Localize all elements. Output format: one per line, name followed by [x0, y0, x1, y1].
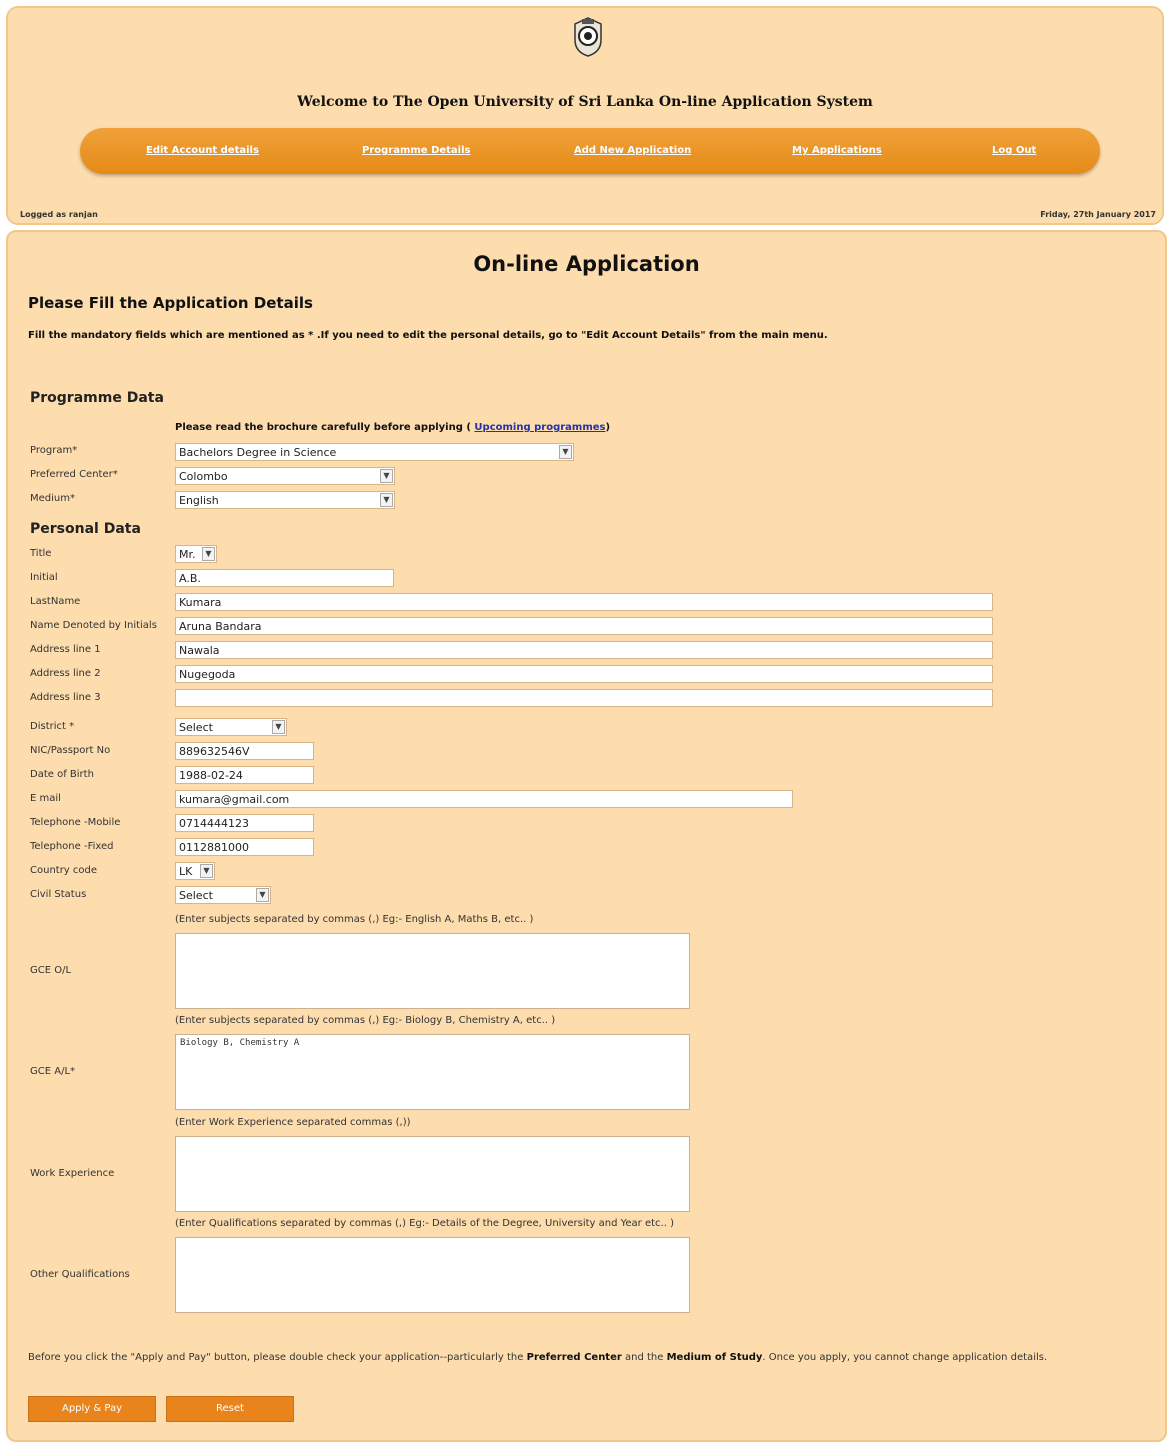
form-instruction: Fill the mandatory fields which are ment…	[28, 330, 828, 341]
work-label: Work Experience	[30, 1168, 115, 1179]
nav-add-application[interactable]: Add New Application	[574, 128, 691, 174]
address3-label: Address line 3	[30, 692, 101, 703]
title-select[interactable]: Mr. ▼	[175, 545, 217, 563]
address1-input[interactable]: Nawala	[175, 641, 993, 659]
fixed-label: Telephone -Fixed	[30, 841, 114, 852]
page-header: Welcome to The Open University of Sri La…	[6, 6, 1164, 225]
gce-al-textarea[interactable]: Biology B, Chemistry A	[175, 1034, 690, 1110]
nav-programme-details[interactable]: Programme Details	[362, 128, 471, 174]
other-textarea[interactable]	[175, 1237, 690, 1313]
dob-input[interactable]: 1988-02-24	[175, 766, 314, 784]
medium-value: English	[179, 494, 219, 507]
country-label: Country code	[30, 865, 98, 876]
nav-my-applications[interactable]: My Applications	[792, 128, 882, 174]
center-value: Colombo	[179, 470, 228, 483]
section-personal-data: Personal Data	[30, 521, 141, 537]
reset-button[interactable]: Reset	[166, 1396, 294, 1422]
program-label: Program*	[30, 445, 78, 456]
gce-ol-textarea[interactable]	[175, 933, 690, 1009]
lastname-label: LastName	[30, 596, 81, 607]
chevron-down-icon: ▼	[200, 864, 213, 878]
country-value: LK	[179, 865, 193, 878]
brochure-note: Please read the brochure carefully befor…	[175, 422, 610, 433]
chevron-down-icon: ▼	[202, 547, 215, 561]
work-textarea[interactable]	[175, 1136, 690, 1212]
program-value: Bachelors Degree in Science	[179, 446, 337, 459]
application-form: On-line Application Please Fill the Appl…	[6, 230, 1167, 1442]
brochure-close: )	[605, 422, 611, 433]
nav-edit-account[interactable]: Edit Account details	[146, 128, 259, 174]
chevron-down-icon: ▼	[380, 493, 393, 507]
brochure-text: Please read the brochure carefully befor…	[175, 422, 471, 433]
form-subtitle: Please Fill the Application Details	[28, 294, 313, 312]
nic-input[interactable]: 889632546V	[175, 742, 314, 760]
university-crest-icon	[571, 16, 605, 58]
title-label: Title	[30, 548, 52, 559]
district-label: District *	[30, 721, 75, 732]
nav-log-out[interactable]: Log Out	[992, 128, 1036, 174]
nic-label: NIC/Passport No	[30, 745, 111, 756]
main-nav: Edit Account details Programme Details A…	[80, 128, 1100, 174]
program-select[interactable]: Bachelors Degree in Science ▼	[175, 443, 574, 461]
address1-label: Address line 1	[30, 644, 101, 655]
note-bold-center: Preferred Center	[526, 1352, 622, 1363]
note-bold-medium: Medium of Study	[666, 1352, 763, 1363]
center-select[interactable]: Colombo ▼	[175, 467, 395, 485]
apply-warning: Before you click the "Apply and Pay" but…	[28, 1352, 1047, 1363]
initial-label: Initial	[30, 572, 58, 583]
lastname-input[interactable]: Kumara	[175, 593, 993, 611]
chevron-down-icon: ▼	[559, 445, 572, 459]
district-select[interactable]: Select ▼	[175, 718, 287, 736]
initial-input[interactable]: A.B.	[175, 569, 394, 587]
page-title: On-line Application	[473, 252, 700, 276]
other-hint: (Enter Qualifications separated by comma…	[175, 1218, 674, 1229]
note-text-1: Before you click the "Apply and Pay" but…	[28, 1352, 524, 1363]
gce-ol-hint: (Enter subjects separated by commas (,) …	[175, 914, 534, 925]
civil-value: Select	[179, 889, 213, 902]
initials-name-input[interactable]: Aruna Bandara	[175, 617, 993, 635]
initials-name-label: Name Denoted by Initials	[30, 620, 157, 631]
chevron-down-icon: ▼	[256, 888, 269, 902]
fixed-input[interactable]: 0112881000	[175, 838, 314, 856]
note-text-3: . Once you apply, you cannot change appl…	[762, 1352, 1048, 1363]
civil-label: Civil Status	[30, 889, 87, 900]
medium-select[interactable]: English ▼	[175, 491, 395, 509]
medium-label: Medium*	[30, 493, 75, 504]
country-select[interactable]: LK ▼	[175, 862, 215, 880]
current-date: Friday, 27th January 2017	[1040, 210, 1156, 219]
gce-al-label: GCE A/L*	[30, 1066, 76, 1077]
mobile-label: Telephone -Mobile	[30, 817, 121, 828]
gce-al-hint: (Enter subjects separated by commas (,) …	[175, 1015, 556, 1026]
section-programme-data: Programme Data	[30, 390, 164, 406]
upcoming-programmes-link[interactable]: Upcoming programmes	[474, 422, 605, 433]
other-label: Other Qualifications	[30, 1269, 130, 1280]
email-input[interactable]: kumara@gmail.com	[175, 790, 793, 808]
address2-label: Address line 2	[30, 668, 101, 679]
apply-pay-button[interactable]: Apply & Pay	[28, 1396, 156, 1422]
civil-select[interactable]: Select ▼	[175, 886, 271, 904]
work-hint: (Enter Work Experience separated commas …	[175, 1117, 411, 1128]
mobile-input[interactable]: 0714444123	[175, 814, 314, 832]
logged-user: Logged as ranjan	[20, 210, 98, 219]
center-label: Preferred Center*	[30, 469, 118, 480]
dob-label: Date of Birth	[30, 769, 94, 780]
email-label: E mail	[30, 793, 61, 804]
welcome-banner: Welcome to The Open University of Sri La…	[297, 94, 873, 110]
note-text-2: and the	[625, 1352, 664, 1363]
title-value: Mr.	[179, 548, 196, 561]
district-value: Select	[179, 721, 213, 734]
address3-input[interactable]	[175, 689, 993, 707]
chevron-down-icon: ▼	[380, 469, 393, 483]
address2-input[interactable]: Nugegoda	[175, 665, 993, 683]
gce-ol-label: GCE O/L	[30, 965, 72, 976]
chevron-down-icon: ▼	[272, 720, 285, 734]
